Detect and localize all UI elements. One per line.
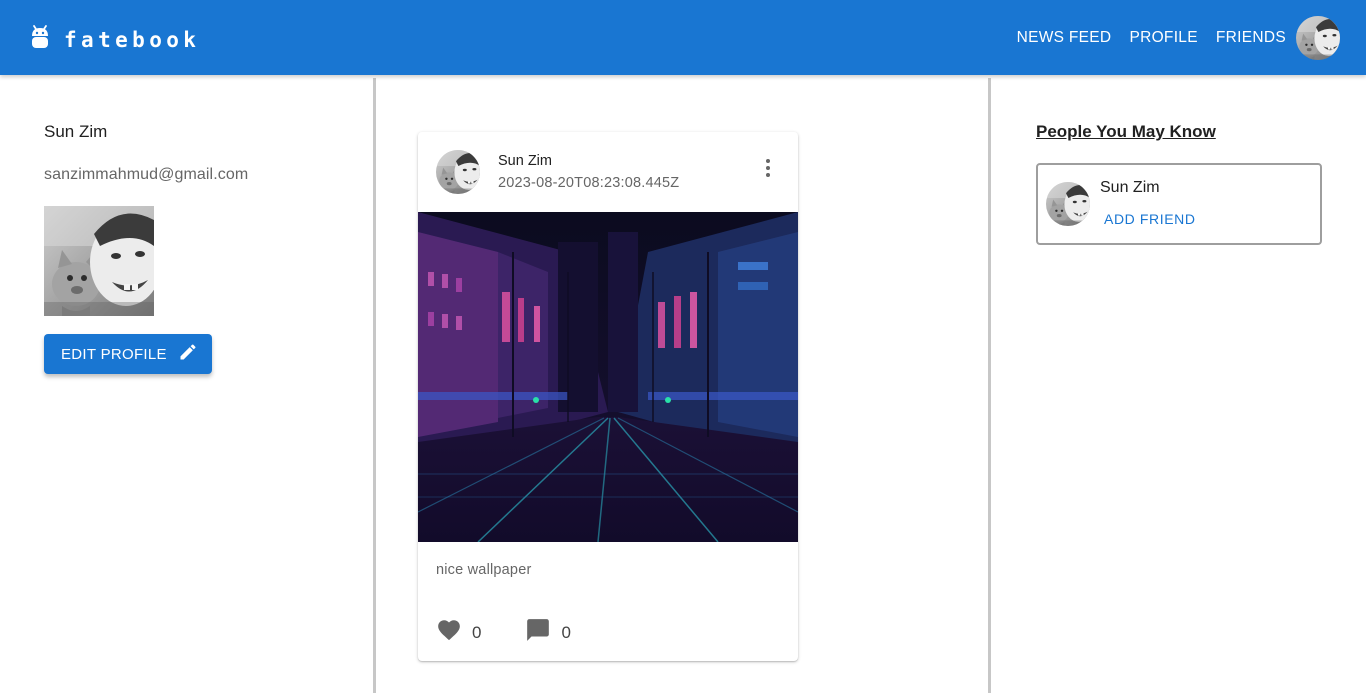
pencil-icon bbox=[167, 342, 198, 366]
post-author-avatar[interactable] bbox=[436, 150, 480, 194]
nav-news-feed[interactable]: NEWS FEED bbox=[1008, 20, 1121, 56]
brand-logo[interactable]: fatebook bbox=[30, 24, 200, 55]
post-card: Sun Zim 2023-08-20T08:23:08.445Z nice wa… bbox=[418, 132, 798, 661]
app-bar: fatebook NEWS FEED PROFILE FRIENDS bbox=[0, 0, 1366, 75]
comment-count: 0 bbox=[561, 622, 571, 642]
profile-name: Sun Zim bbox=[44, 122, 108, 141]
left-column-divider bbox=[373, 78, 376, 693]
edit-profile-button[interactable]: EDIT PROFILE bbox=[44, 334, 212, 374]
friend-suggestion-card: Sun Zim ADD FRIEND bbox=[1036, 163, 1322, 245]
suggestion-name: Sun Zim bbox=[1100, 179, 1160, 196]
comment-button[interactable]: 0 bbox=[525, 617, 571, 648]
post-timestamp: 2023-08-20T08:23:08.445Z bbox=[498, 175, 680, 191]
nav-friends[interactable]: FRIENDS bbox=[1207, 20, 1295, 56]
post-actions: 0 0 bbox=[436, 617, 571, 648]
suggestion-avatar[interactable] bbox=[1046, 182, 1090, 226]
post-author-name: Sun Zim bbox=[498, 153, 552, 169]
comment-icon bbox=[525, 617, 551, 648]
profile-photo bbox=[44, 206, 154, 316]
brand-name: fatebook bbox=[64, 27, 201, 52]
post-header: Sun Zim 2023-08-20T08:23:08.445Z bbox=[418, 132, 798, 212]
more-vert-icon[interactable] bbox=[756, 156, 780, 180]
like-button[interactable]: 0 bbox=[436, 617, 481, 648]
edit-profile-label: EDIT PROFILE bbox=[61, 345, 167, 363]
add-friend-button[interactable]: ADD FRIEND bbox=[1098, 208, 1202, 230]
nav-profile[interactable]: PROFILE bbox=[1120, 20, 1206, 56]
user-avatar[interactable] bbox=[1296, 16, 1340, 60]
profile-email: sanzimmahmud@gmail.com bbox=[44, 166, 249, 183]
post-image bbox=[418, 212, 798, 542]
post-caption: nice wallpaper bbox=[436, 562, 532, 578]
right-column-divider bbox=[988, 78, 991, 693]
like-count: 0 bbox=[472, 622, 482, 642]
top-nav: NEWS FEED PROFILE FRIENDS bbox=[1008, 16, 1340, 60]
profile-panel: Sun Zim sanzimmahmud@gmail.com EDIT PROF… bbox=[44, 120, 344, 374]
heart-icon bbox=[436, 617, 462, 648]
people-you-may-know-title: People You May Know bbox=[1036, 122, 1216, 141]
android-icon bbox=[30, 24, 50, 55]
